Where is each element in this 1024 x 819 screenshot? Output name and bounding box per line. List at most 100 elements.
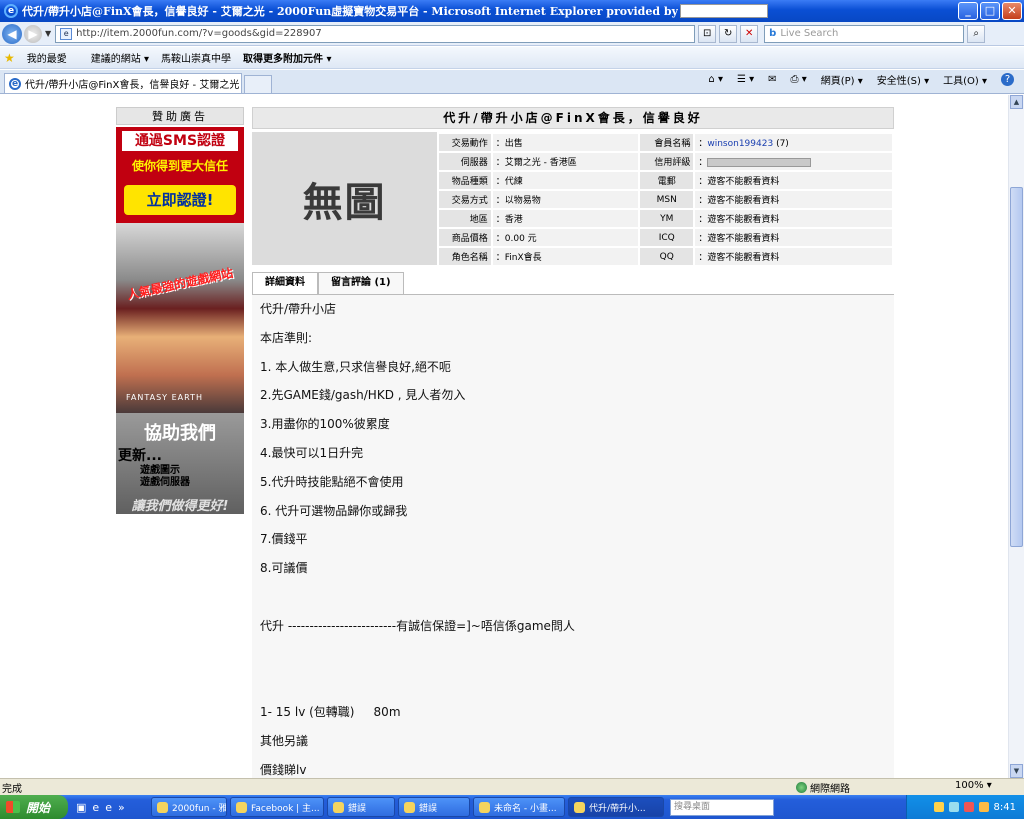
stop-icon[interactable]: ✕	[740, 24, 759, 43]
title-bar: e 代升/帶升小店@FinX會長，信譽良好 - 艾爾之光 - 2000Fun虛擬…	[0, 0, 1024, 22]
taskbar-button[interactable]: Facebook | 主...	[230, 797, 324, 817]
scrollbar-thumb[interactable]	[1010, 187, 1023, 547]
new-tab-button[interactable]	[244, 75, 272, 93]
description-line: 本店準則:	[260, 330, 313, 345]
taskbar-button[interactable]: 代升/帶升小...	[568, 797, 664, 817]
favorite-link-addons[interactable]: 取得更多附加元件 ▾	[243, 50, 332, 65]
ad-text-update: 更新...	[118, 448, 162, 464]
desktop-search-input[interactable]: 搜尋桌面	[670, 798, 774, 816]
start-label: 開始	[26, 800, 51, 815]
detail-row: 伺服器 ：艾爾之光 - 香港區 信用評級：	[439, 153, 892, 170]
back-button[interactable]: ◀	[2, 23, 22, 44]
sponsor-ad-banner[interactable]: 通過SMS認證 使你得到更大信任 立即認證! 人氣最強的遊戲網站 FANTASY…	[116, 127, 244, 514]
ad-text-better: 讓我們做得更好!	[131, 499, 229, 514]
taskbar-button-label: 錯誤	[419, 803, 438, 814]
detail-row: 交易動作 ：出售 會員名稱 ：winson199423 (7)	[439, 134, 892, 151]
star-icon: ★	[4, 51, 15, 65]
print-icon[interactable]: ⎙ ▾	[791, 74, 807, 85]
member-label: MSN	[640, 191, 694, 208]
minimize-button[interactable]: _	[958, 2, 978, 20]
item-details-table: 交易動作 ：出售 會員名稱 ：winson199423 (7) 伺服器 ：艾爾之光 - 香…	[437, 132, 894, 267]
feeds-icon[interactable]: ☰ ▾	[737, 74, 754, 85]
detail-row: 地區 ：香港 YM ：遊客不能觀看資料	[439, 210, 892, 227]
ad-text-game-logo: FANTASY EARTH	[126, 393, 203, 402]
detail-value-text: 以物易物	[504, 196, 541, 206]
ad-verify-button[interactable]: 立即認證!	[124, 185, 236, 215]
maximize-button[interactable]: □	[980, 2, 1000, 20]
favorites-button[interactable]: ★ 我的最愛	[4, 50, 79, 65]
description-line: 代升 -------------------------有誠信保證=]~唔信係g…	[260, 618, 575, 633]
suggested-sites-link[interactable]: 建議的網站 ▾	[91, 50, 149, 65]
scroll-down-icon[interactable]: ▼	[1010, 764, 1023, 778]
member-value: ：遊客不能觀看資料	[695, 172, 892, 189]
show-desktop-icon[interactable]: ▣	[76, 801, 86, 814]
description-line: 代升/帶升小店	[260, 302, 337, 316]
tools-menu[interactable]: 工具(O) ▾	[943, 72, 987, 87]
scroll-up-icon[interactable]: ▲	[1010, 95, 1023, 109]
tray-icon[interactable]	[963, 802, 974, 812]
member-label: 電郵	[640, 172, 694, 189]
ad-text-icons: 遊戲圖示	[140, 465, 180, 476]
home-icon[interactable]: ⌂ ▾	[708, 74, 723, 85]
tray-icon[interactable]	[978, 802, 989, 812]
zoom-control[interactable]: 100% ▾	[955, 780, 992, 791]
help-us-ad[interactable]: 協助我們 更新... 遊戲圖示 遊戲伺服器 讓我們做得更好!	[116, 413, 244, 514]
tab-details[interactable]: 詳細資料	[252, 272, 318, 294]
taskbar-button[interactable]: 未命名 - 小畫...	[473, 797, 565, 817]
member-name-link[interactable]: winson199423	[707, 139, 773, 149]
member-label: ICQ	[640, 229, 694, 246]
description-line	[260, 647, 886, 676]
page-menu[interactable]: 網頁(P) ▾	[821, 72, 863, 87]
refresh-icon[interactable]: ↻	[719, 24, 738, 43]
taskbar-button[interactable]: 錯誤	[327, 797, 395, 817]
safety-menu[interactable]: 安全性(S) ▾	[877, 72, 929, 87]
member-value-text: 遊客不能觀看資料	[707, 177, 780, 187]
history-dropdown-icon[interactable]: ▼	[45, 29, 51, 38]
member-value-text: 遊客不能觀看資料	[707, 215, 780, 225]
detail-value-text: 香港	[504, 215, 523, 225]
browser-tab-active[interactable]: e 代升/帶升小店@FinX會長，信譽良好 - 艾爾之光 - ...	[4, 73, 242, 93]
compatibility-icon[interactable]: ⊡	[698, 24, 717, 43]
member-value-text: 遊客不能觀看資料	[707, 196, 780, 206]
task-app-icon	[333, 801, 344, 813]
favorites-label: 我的最愛	[26, 54, 67, 65]
page-content: 贊助廣告 通過SMS認證 使你得到更大信任 立即認證! 人氣最強的遊戲網站 FA…	[0, 95, 1008, 778]
credit-rating-bar	[707, 158, 812, 167]
member-label: 信用評級	[640, 153, 694, 170]
start-button[interactable]: 開始	[0, 795, 68, 819]
detail-value: ：0.00 元	[492, 229, 639, 246]
search-go-icon[interactable]: ⌕	[967, 24, 986, 43]
quicklaunch-more-icon[interactable]: »	[118, 801, 125, 814]
member-value-text: 遊客不能觀看資料	[707, 253, 780, 263]
quicklaunch-ie2-icon[interactable]: e	[105, 801, 112, 814]
vertical-scrollbar[interactable]: ▲ ▼	[1008, 95, 1024, 778]
search-input[interactable]: b Live Search	[764, 24, 965, 43]
tab-comments[interactable]: 留言評論 (1)	[318, 272, 404, 294]
sidebar: 贊助廣告 通過SMS認證 使你得到更大信任 立即認證! 人氣最強的遊戲網站 FA…	[116, 107, 244, 514]
help-icon[interactable]: ?	[1001, 73, 1014, 86]
sms-ad[interactable]: 通過SMS認證 使你得到更大信任 立即認證!	[116, 127, 244, 223]
member-value: ：遊客不能觀看資料	[695, 229, 892, 246]
mail-icon[interactable]: ✉	[768, 74, 776, 85]
favorite-link-school[interactable]: 馬鞍山崇真中學	[161, 50, 231, 65]
close-button[interactable]: ✕	[1002, 2, 1022, 20]
taskbar-button[interactable]: 2000fun - 雅...	[151, 797, 227, 817]
detail-row: 角色名稱 ：FinX會長 QQ ：遊客不能觀看資料	[439, 248, 892, 265]
tray-icon[interactable]	[948, 802, 959, 812]
member-value: ：遊客不能觀看資料	[695, 191, 892, 208]
description-line: 8.可議價	[260, 561, 308, 576]
taskbar-button-label: 代升/帶升小...	[589, 803, 646, 814]
quick-launch: ▣ e e »	[76, 801, 148, 814]
taskbar-button[interactable]: 錯誤	[398, 797, 470, 817]
game-ad-image[interactable]: 人氣最強的遊戲網站 FANTASY EARTH	[116, 223, 244, 413]
address-bar-row: ◀ ▶ ▼ e http://item.2000fun.com/?v=goods…	[0, 22, 1024, 46]
security-zone: 網際網路	[796, 780, 850, 795]
quicklaunch-ie-icon[interactable]: e	[92, 801, 99, 814]
ad-text-help: 協助我們	[144, 423, 216, 444]
detail-label: 交易動作	[439, 134, 491, 151]
tray-icon[interactable]	[933, 802, 944, 812]
forward-button[interactable]: ▶	[24, 24, 42, 43]
live-search-logo-icon: b	[769, 28, 777, 39]
ad-text-trust: 使你得到更大信任	[131, 159, 228, 173]
address-input[interactable]: e http://item.2000fun.com/?v=goods&gid=2…	[55, 24, 696, 43]
